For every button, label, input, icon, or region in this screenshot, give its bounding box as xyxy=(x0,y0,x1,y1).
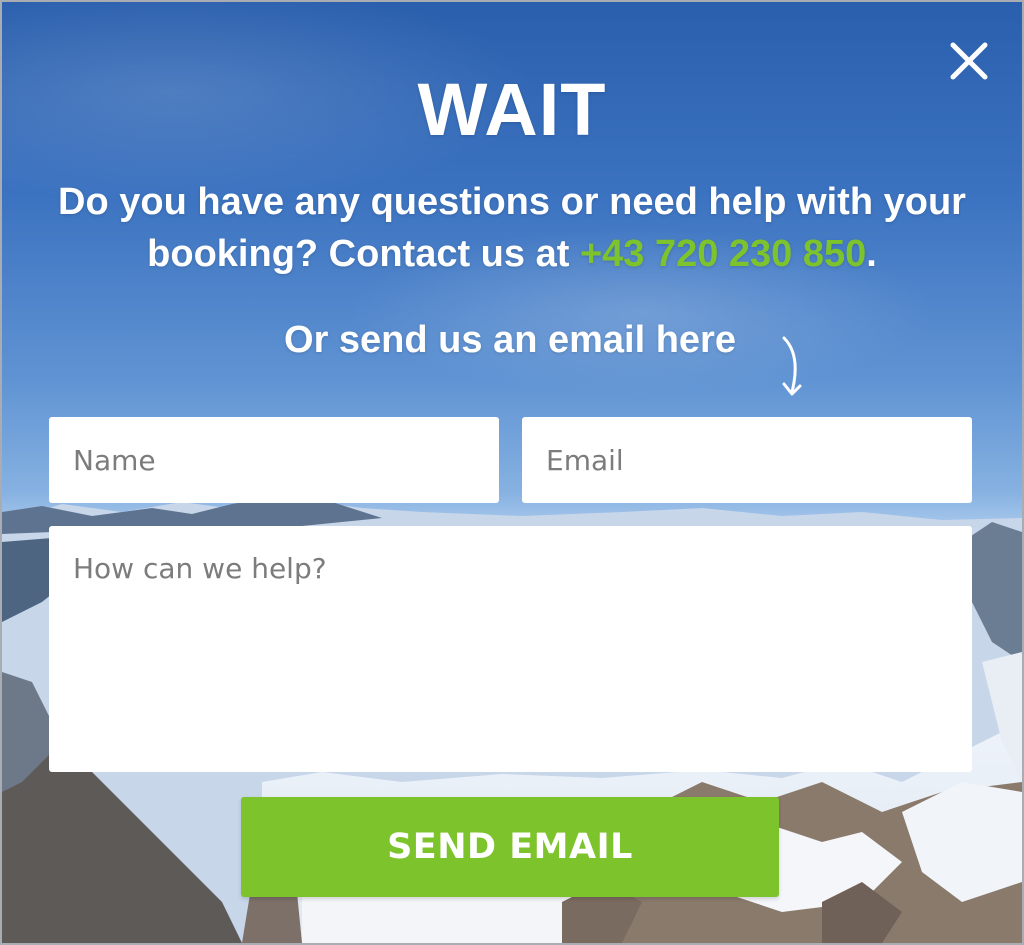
send-email-button[interactable]: SEND EMAIL xyxy=(241,797,779,897)
phone-number-link[interactable]: +43 720 230 850 xyxy=(580,233,866,275)
help-message-end: . xyxy=(866,233,877,275)
message-textarea[interactable] xyxy=(49,526,972,772)
email-prompt: Or send us an email here xyxy=(284,319,736,361)
name-input[interactable] xyxy=(49,417,499,503)
help-message: Do you have any questions or need help w… xyxy=(42,176,982,280)
email-input[interactable] xyxy=(522,417,972,503)
popup-title: WAIT xyxy=(417,68,607,151)
curved-arrow-down-icon xyxy=(782,336,802,396)
contact-popup: WAIT Do you have any questions or need h… xyxy=(0,0,1024,945)
